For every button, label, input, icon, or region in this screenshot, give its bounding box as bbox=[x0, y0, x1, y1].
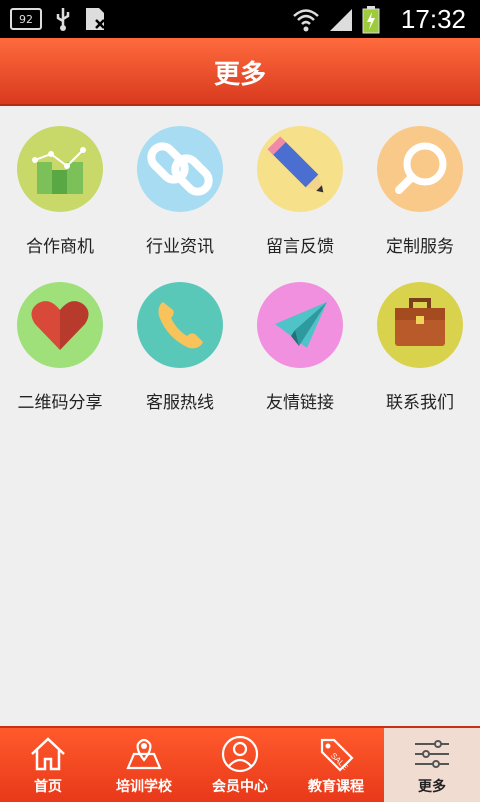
grid-item-label: 客服热线 bbox=[146, 393, 214, 413]
app-header: 更多 bbox=[0, 38, 480, 106]
tab-label: 培训学校 bbox=[116, 779, 172, 795]
sim-icon bbox=[86, 8, 105, 30]
wifi-icon bbox=[293, 9, 319, 32]
user-icon bbox=[221, 735, 259, 773]
briefcase-icon bbox=[377, 282, 463, 368]
grid-item-qr-share[interactable]: 二维码分享 bbox=[0, 264, 120, 414]
grid-item-label: 留言反馈 bbox=[266, 237, 334, 257]
phone-icon bbox=[137, 282, 223, 368]
page-title: 更多 bbox=[213, 60, 266, 90]
grid-item-hotline[interactable]: 客服热线 bbox=[120, 264, 240, 414]
link-icon bbox=[137, 126, 223, 212]
tab-label: 首页 bbox=[34, 779, 62, 795]
grid-item-label: 定制服务 bbox=[386, 237, 454, 257]
grid-item-news[interactable]: 行业资讯 bbox=[120, 108, 240, 258]
notification-badge: 92 bbox=[10, 8, 42, 30]
heart-icon bbox=[17, 282, 103, 368]
pencil-icon bbox=[257, 126, 343, 212]
grid-item-friend-links[interactable]: 友情链接 bbox=[240, 264, 360, 414]
magnifier-icon bbox=[377, 126, 463, 212]
tab-label: 更多 bbox=[418, 779, 446, 795]
home-icon bbox=[31, 737, 65, 771]
tab-home[interactable]: 首页 bbox=[0, 728, 96, 802]
battery-icon bbox=[362, 6, 380, 34]
grid-item-label: 合作商机 bbox=[26, 237, 94, 257]
tab-member-center[interactable]: 会员中心 bbox=[192, 728, 288, 802]
usb-icon bbox=[56, 8, 70, 31]
grid-item-label: 友情链接 bbox=[266, 393, 334, 413]
grid-item-contact-us[interactable]: 联系我们 bbox=[360, 264, 480, 414]
chart-icon bbox=[17, 126, 103, 212]
sliders-icon bbox=[415, 740, 449, 768]
grid-item-business[interactable]: 合作商机 bbox=[0, 108, 120, 258]
tab-label: 教育课程 bbox=[308, 779, 364, 795]
clock: 17:32 bbox=[400, 4, 466, 34]
grid-item-label: 二维码分享 bbox=[17, 393, 103, 413]
grid-item-custom-service[interactable]: 定制服务 bbox=[360, 108, 480, 258]
signal-icon bbox=[330, 9, 352, 31]
sale-tag-icon: SALE bbox=[320, 738, 354, 772]
tab-schools[interactable]: 培训学校 bbox=[96, 728, 192, 802]
tab-more[interactable]: 更多 bbox=[384, 728, 480, 802]
bottom-tab-bar: 首页 培训学校 会员中心 SALE 教育课程 更多 bbox=[0, 726, 480, 802]
grid-item-label: 行业资讯 bbox=[146, 237, 214, 257]
paper-plane-icon bbox=[257, 282, 343, 368]
tab-courses[interactable]: SALE 教育课程 bbox=[288, 728, 384, 802]
map-icon bbox=[126, 738, 162, 770]
tab-label: 会员中心 bbox=[212, 779, 268, 795]
grid-item-label: 联系我们 bbox=[386, 393, 454, 413]
grid-item-feedback[interactable]: 留言反馈 bbox=[240, 108, 360, 258]
status-bar: 92 17:32 bbox=[0, 0, 480, 38]
